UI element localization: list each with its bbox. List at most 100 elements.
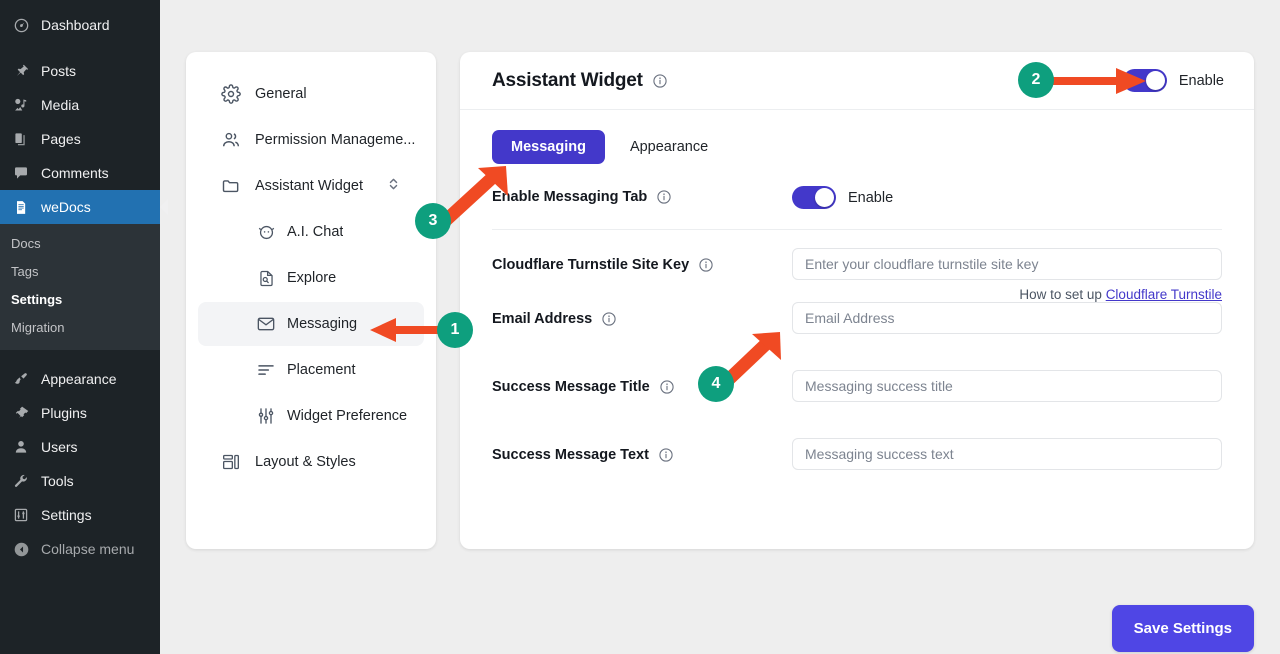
annotation-badge-1: 1 [437, 312, 473, 348]
settings-nav-widget-preference[interactable]: Widget Preference [198, 394, 424, 438]
chevron-up-down-icon[interactable] [387, 176, 400, 196]
settings-nav-label: General [255, 86, 307, 102]
help-prefix: How to set up [1019, 287, 1106, 302]
field-label: Email Address [492, 311, 593, 327]
wedocs-submenu-migration[interactable]: Migration [0, 314, 160, 342]
wrench-icon [10, 471, 32, 491]
settings-nav-permission-management[interactable]: Permission Manageme... [198, 118, 424, 162]
dashboard-icon [10, 15, 32, 35]
explore-icon [256, 268, 276, 288]
wedocs-submenu-settings[interactable]: Settings [0, 286, 160, 314]
enable-messaging-tab-toggle[interactable] [792, 186, 836, 209]
settings-nav-general[interactable]: General [198, 72, 424, 116]
header-enable-group: Enable [1122, 69, 1224, 92]
wp-menu-users[interactable]: Users [0, 430, 160, 464]
main-content-area: General Permission Manageme... Assistant… [160, 0, 1280, 654]
save-settings-button[interactable]: Save Settings [1111, 605, 1254, 652]
settings-nav-label: A.I. Chat [287, 224, 344, 240]
wp-admin-sidebar: Dashboard Posts Media Pages Comments weD… [0, 0, 160, 654]
settings-nav-label: Permission Manageme... [255, 132, 416, 148]
wp-menu-label: Appearance [41, 371, 117, 387]
wp-menu-plugins[interactable]: Plugins [0, 396, 160, 430]
annotation-number: 3 [428, 212, 438, 229]
turnstile-help-text: How to set up Cloudflare Turnstile [792, 287, 1222, 302]
success-message-text-input[interactable] [792, 438, 1222, 470]
pages-icon [10, 129, 32, 149]
wp-menu-collapse[interactable]: Collapse menu [0, 532, 160, 566]
success-message-title-input[interactable] [792, 370, 1222, 402]
settings-nav-ai-chat[interactable]: A.I. Chat [198, 210, 424, 254]
field-turnstile-site-key: Cloudflare Turnstile Site Key How to set… [492, 248, 1222, 302]
tab-appearance[interactable]: Appearance [611, 130, 727, 164]
wp-menu-label: Collapse menu [41, 541, 135, 557]
field-control [792, 438, 1222, 470]
settings-nav-placement[interactable]: Placement [198, 348, 424, 392]
turnstile-site-key-input[interactable] [792, 248, 1222, 280]
field-control [792, 302, 1222, 334]
wp-menu-label: Settings [41, 507, 92, 523]
folder-icon [220, 175, 242, 197]
wp-menu-label: Users [41, 439, 78, 455]
wedocs-submenu-docs[interactable]: Docs [0, 230, 160, 258]
settings-nav-label: Assistant Widget [255, 178, 363, 194]
field-email-address: Email Address [492, 302, 1222, 352]
field-label-group: Success Message Text [492, 438, 792, 463]
plug-icon [10, 403, 32, 423]
info-icon[interactable] [698, 257, 714, 273]
wp-menu-wedocs[interactable]: weDocs [0, 190, 160, 224]
media-icon [10, 95, 32, 115]
field-label: Enable Messaging Tab [492, 189, 648, 205]
wp-menu-dashboard[interactable]: Dashboard [0, 8, 160, 42]
wp-menu-settings[interactable]: Settings [0, 498, 160, 532]
field-success-message-text: Success Message Text [492, 438, 1222, 488]
people-icon [220, 129, 242, 151]
wp-menu-appearance[interactable]: Appearance [0, 362, 160, 396]
wp-menu-label: Comments [41, 165, 109, 181]
annotation-badge-2: 2 [1018, 62, 1054, 98]
field-control: How to set up Cloudflare Turnstile [792, 248, 1222, 302]
wp-menu-media[interactable]: Media [0, 88, 160, 122]
wp-menu-comments[interactable]: Comments [0, 156, 160, 190]
tab-messaging[interactable]: Messaging [492, 130, 605, 164]
info-icon[interactable] [659, 379, 675, 395]
cloudflare-turnstile-link[interactable]: Cloudflare Turnstile [1106, 287, 1222, 302]
header-enable-toggle[interactable] [1122, 69, 1167, 92]
assistant-widget-panel: Assistant Widget Enable Messaging Appear… [460, 52, 1254, 549]
annotation-badge-3: 3 [415, 203, 451, 239]
field-label-group: Success Message Title [492, 370, 792, 395]
info-icon[interactable] [656, 189, 672, 205]
settings-nav-assistant-widget[interactable]: Assistant Widget [198, 164, 424, 208]
field-label: Success Message Text [492, 447, 649, 463]
gear-icon [220, 83, 242, 105]
settings-nav-label: Placement [287, 362, 356, 378]
page-title: Assistant Widget [492, 69, 643, 91]
wp-menu-separator-2 [0, 350, 160, 362]
wp-menu-label: Plugins [41, 405, 87, 421]
annotation-number: 4 [711, 375, 721, 392]
wedocs-submenu-tags[interactable]: Tags [0, 258, 160, 286]
mail-icon [256, 314, 276, 334]
settings-nav-explore[interactable]: Explore [198, 256, 424, 300]
field-label: Success Message Title [492, 379, 650, 395]
wp-menu-pages[interactable]: Pages [0, 122, 160, 156]
panel-header: Assistant Widget Enable [460, 52, 1254, 110]
settings-nav-label: Explore [287, 270, 337, 286]
wp-menu-tools[interactable]: Tools [0, 464, 160, 498]
wedocs-submenu: Docs Tags Settings Migration [0, 224, 160, 350]
info-icon[interactable] [601, 311, 617, 327]
pin-icon [10, 61, 32, 81]
wp-menu-label: Posts [41, 63, 77, 79]
layout-icon [220, 451, 242, 473]
enable-messaging-tab-label: Enable [848, 189, 894, 206]
settings-nav-layout-styles[interactable]: Layout & Styles [198, 440, 424, 484]
wp-menu-posts[interactable]: Posts [0, 54, 160, 88]
email-address-input[interactable] [792, 302, 1222, 334]
field-control [792, 370, 1222, 402]
settings-nav-label: Messaging [287, 316, 358, 332]
sliders-icon [256, 406, 276, 426]
field-spacer [492, 352, 1222, 370]
info-icon[interactable] [658, 447, 674, 463]
info-icon[interactable] [652, 73, 668, 89]
messaging-settings-form: Enable Messaging Tab Enable Cloudflare T… [460, 168, 1254, 488]
settings-nav-messaging[interactable]: Messaging [198, 302, 424, 346]
